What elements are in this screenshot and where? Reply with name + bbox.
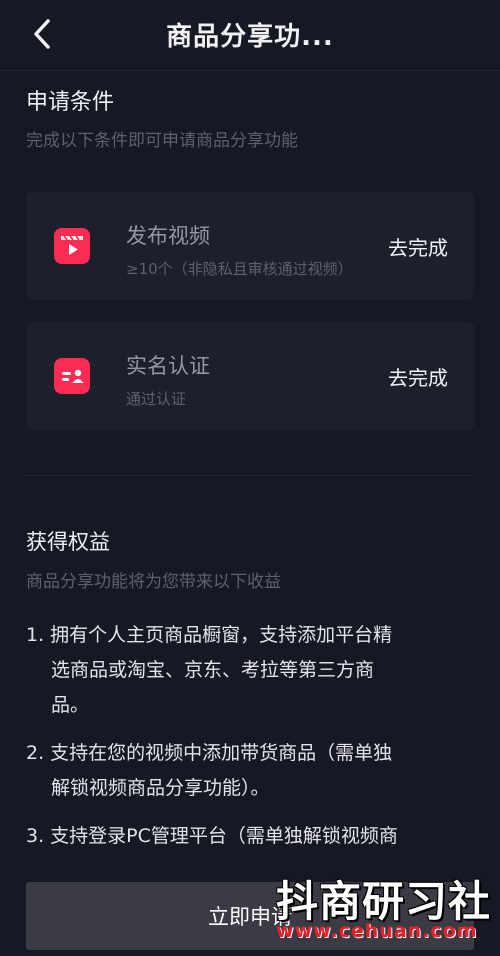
benefit-line: 选商品或淘宝、京东、考拉等第三方商	[51, 659, 375, 681]
condition-desc: ≥10个（非隐私且审核通过视频）	[126, 260, 353, 278]
conditions-subtitle: 完成以下条件即可申请商品分享功能	[26, 131, 298, 151]
benefit-line: 品。	[51, 694, 90, 716]
benefit-item: 2. 支持在您的视频中添加带货商品（需单独 解锁视频商品分享功能）。	[26, 736, 466, 806]
benefit-line: 3. 支持登录PC管理平台（需单独解锁视频商	[26, 825, 398, 847]
id-card-icon	[54, 358, 90, 394]
benefit-line: 解锁视频商品分享功能）。	[51, 777, 270, 799]
condition-card-publish-video[interactable]: 发布视频 ≥10个（非隐私且审核通过视频） 去完成	[26, 192, 474, 300]
condition-title: 发布视频	[126, 224, 210, 248]
benefits-subtitle: 商品分享功能将为您带来以下收益	[26, 572, 281, 592]
top-bar: 商品分享功...	[0, 0, 500, 68]
benefit-item: 1. 拥有个人主页商品橱窗，支持添加平台精 选商品或淘宝、京东、考拉等第三方商 …	[26, 618, 466, 723]
conditions-title: 申请条件	[26, 90, 115, 115]
apply-now-button[interactable]: 立即申请	[26, 882, 474, 950]
header-divider	[0, 70, 500, 71]
go-complete-button[interactable]: 去完成	[388, 362, 448, 391]
benefit-line: 2. 支持在您的视频中添加带货商品（需单独	[26, 742, 393, 764]
condition-card-real-name[interactable]: 实名认证 通过认证 去完成	[26, 322, 474, 430]
benefit-item: 3. 支持登录PC管理平台（需单独解锁视频商	[26, 819, 466, 854]
page-title: 商品分享功...	[166, 22, 334, 52]
benefit-line: 1. 拥有个人主页商品橱窗，支持添加平台精	[26, 624, 393, 646]
condition-desc: 通过认证	[126, 390, 187, 408]
section-divider	[26, 475, 474, 476]
go-complete-button[interactable]: 去完成	[388, 232, 448, 261]
condition-title: 实名认证	[126, 354, 210, 378]
video-clapper-icon	[54, 228, 90, 264]
benefits-title: 获得权益	[26, 530, 110, 554]
